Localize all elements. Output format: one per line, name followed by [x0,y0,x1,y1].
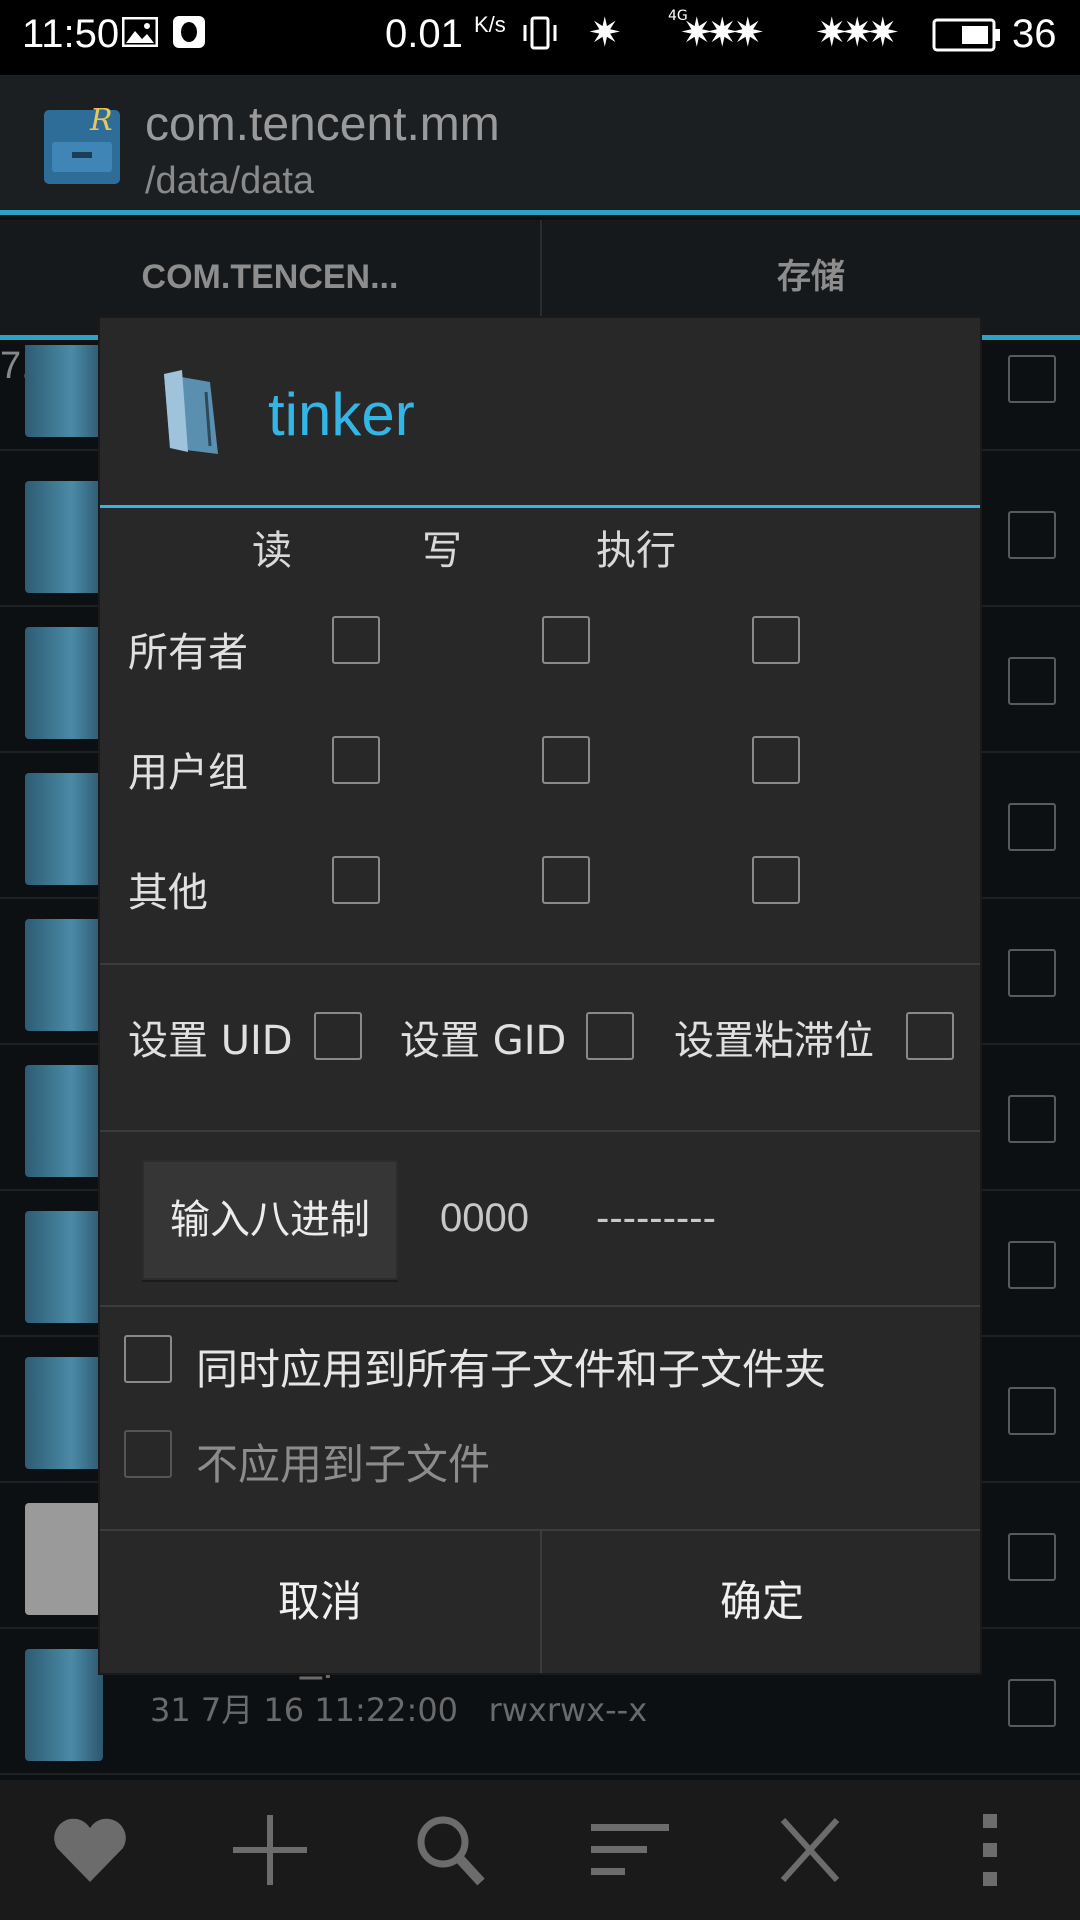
permissions-dialog: tinker 读 写 执行 所有者 用户组 其他 设置 UID 设置 GID 设… [100,318,980,1673]
setgid-checkbox[interactable] [586,1012,634,1060]
column-read: 读 [252,528,292,574]
signal-icon: ✷ [588,10,622,56]
more-icon[interactable] [945,1810,1035,1890]
item-checkbox[interactable] [1008,949,1056,997]
ok-button[interactable]: 确定 [542,1531,982,1673]
no-apply-files-label[interactable]: 不应用到子文件 [196,1431,490,1492]
plus-icon[interactable] [225,1810,315,1890]
root-explorer-logo-icon: R [44,103,120,184]
setgid-label: 设置 GID [400,1018,567,1064]
owner-write-checkbox[interactable] [542,616,590,664]
app-title: com.tencent.mm [145,98,500,151]
owner-execute-checkbox[interactable] [752,616,800,664]
group-execute-checkbox[interactable] [752,736,800,784]
battery-icon [932,18,1000,52]
dialog-header: tinker [100,318,980,508]
folder-icon [25,345,103,437]
network-speed: 0.01 K/s [385,12,506,56]
qq-icon [173,16,205,48]
status-time: 11:50 [22,12,120,56]
current-path: /data/data [145,160,315,202]
folder-icon [164,370,218,454]
signal-strength-icon-2: ✷✷✷ [815,10,899,56]
item-checkbox[interactable] [1008,1241,1056,1289]
item-checkbox[interactable] [1008,1095,1056,1143]
column-write: 写 [422,528,462,574]
folder-icon [25,1065,103,1177]
signal-strength-icon: ✷✷✷ [680,10,764,56]
divider [100,963,980,965]
apply-recursive-checkbox[interactable] [124,1335,172,1383]
folder-icon [25,481,103,593]
folder-icon [25,1211,103,1323]
others-read-checkbox[interactable] [332,856,380,904]
owner-read-checkbox[interactable] [332,616,380,664]
battery-level: 36 [1012,12,1057,56]
item-checkbox[interactable] [1008,1387,1056,1435]
folder-icon [25,1649,103,1761]
item-checkbox[interactable] [1008,355,1056,403]
file-icon [25,1503,103,1615]
item-checkbox[interactable] [1008,511,1056,559]
setuid-checkbox[interactable] [314,1012,362,1060]
no-apply-files-checkbox[interactable] [124,1430,172,1478]
app-header: R com.tencent.mm /data/data [0,75,1080,215]
bottom-toolbar [0,1780,1080,1920]
sticky-label: 设置粘滞位 [674,1018,874,1064]
sticky-checkbox[interactable] [906,1012,954,1060]
dialog-title: tinker [268,381,415,448]
row-owner-label: 所有者 [128,630,248,676]
folder-icon [25,773,103,885]
item-checkbox[interactable] [1008,1679,1056,1727]
image-icon [122,17,158,47]
enter-octal-button[interactable]: 输入八进制 [142,1160,398,1280]
close-icon[interactable] [765,1810,855,1890]
others-execute-checkbox[interactable] [752,856,800,904]
folder-icon [25,1357,103,1469]
cancel-button[interactable]: 取消 [100,1531,540,1673]
folder-icon [25,919,103,1031]
vibrate-icon [523,16,557,50]
folder-icon [25,627,103,739]
divider [100,1305,980,1307]
column-execute: 执行 [596,528,676,574]
item-meta: 31 7月 16 11:22:00 rwxrwx--x [150,1691,648,1729]
row-others-label: 其他 [128,870,208,916]
item-checkbox[interactable] [1008,803,1056,851]
item-checkbox[interactable] [1008,1533,1056,1581]
group-read-checkbox[interactable] [332,736,380,784]
setuid-label: 设置 UID [128,1018,293,1064]
apply-recursive-label[interactable]: 同时应用到所有子文件和子文件夹 [196,1336,826,1397]
item-checkbox[interactable] [1008,657,1056,705]
divider [100,1130,980,1132]
sort-icon[interactable] [585,1810,675,1890]
others-write-checkbox[interactable] [542,856,590,904]
permission-string: --------- [596,1196,716,1240]
heart-icon[interactable] [45,1810,135,1890]
status-bar: 11:50 0.01 K/s ✷ 4G ✷✷✷ ✷✷✷ 36 [0,0,1080,75]
logo-letter: R [89,103,113,138]
group-write-checkbox[interactable] [542,736,590,784]
search-icon[interactable] [405,1810,495,1890]
octal-value: 0000 [440,1196,529,1240]
row-group-label: 用户组 [128,750,248,796]
